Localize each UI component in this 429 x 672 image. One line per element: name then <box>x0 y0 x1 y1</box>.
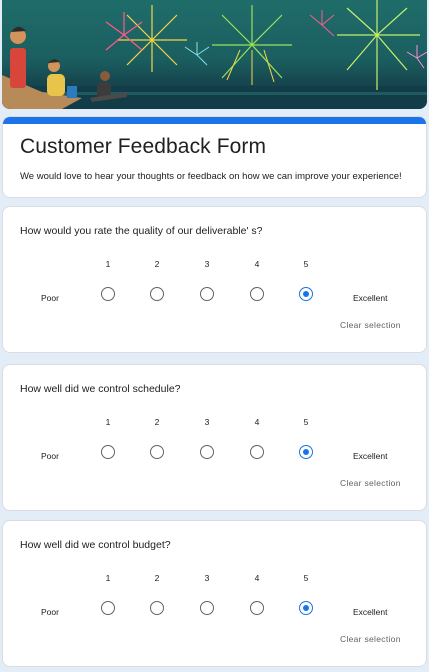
rating-radio-3[interactable] <box>200 445 214 459</box>
fireworks-illustration <box>2 0 427 109</box>
accent-bar <box>3 117 426 124</box>
rating-radio-2[interactable] <box>150 445 164 459</box>
scale-label-2: 2 <box>154 259 160 269</box>
question-card-schedule: How well did we control schedule? 1 2 3 … <box>2 364 427 511</box>
form-description: We would love to hear your thoughts or f… <box>20 171 402 182</box>
header-banner-image <box>2 0 427 109</box>
question-card-quality: How would you rate the quality of our de… <box>2 206 427 353</box>
clear-selection-button[interactable]: Clear selection <box>340 478 401 488</box>
low-label: Poor <box>41 293 59 303</box>
rating-radio-5[interactable] <box>299 287 313 301</box>
scale-label-1: 1 <box>105 259 111 269</box>
high-label: Excellent <box>353 451 388 461</box>
high-label: Excellent <box>353 293 388 303</box>
scale-label-2: 2 <box>154 573 160 583</box>
rating-radio-4[interactable] <box>250 601 264 615</box>
scale-label-4: 4 <box>254 573 260 583</box>
scale-label-5: 5 <box>303 259 309 269</box>
low-label: Poor <box>41 451 59 461</box>
rating-radio-1[interactable] <box>101 287 115 301</box>
rating-radio-2[interactable] <box>150 601 164 615</box>
rating-radio-5[interactable] <box>299 445 313 459</box>
question-title: How well did we control budget? <box>20 539 171 551</box>
scale-label-3: 3 <box>204 573 210 583</box>
scale-label-4: 4 <box>254 259 260 269</box>
rating-radio-4[interactable] <box>250 287 264 301</box>
rating-radio-1[interactable] <box>101 601 115 615</box>
rating-radio-3[interactable] <box>200 601 214 615</box>
rating-radio-2[interactable] <box>150 287 164 301</box>
clear-selection-button[interactable]: Clear selection <box>340 634 401 644</box>
scale-label-2: 2 <box>154 417 160 427</box>
rating-radio-3[interactable] <box>200 287 214 301</box>
form-header-card: Customer Feedback Form We would love to … <box>2 116 427 198</box>
scale-label-1: 1 <box>105 417 111 427</box>
form-title: Customer Feedback Form <box>20 135 267 158</box>
question-title: How would you rate the quality of our de… <box>20 225 263 237</box>
high-label: Excellent <box>353 607 388 617</box>
scale-label-5: 5 <box>303 573 309 583</box>
scale-label-3: 3 <box>204 259 210 269</box>
scale-label-4: 4 <box>254 417 260 427</box>
scale-label-1: 1 <box>105 573 111 583</box>
question-card-budget: How well did we control budget? 1 2 3 4 … <box>2 520 427 667</box>
scale-label-5: 5 <box>303 417 309 427</box>
rating-radio-1[interactable] <box>101 445 115 459</box>
rating-radio-5[interactable] <box>299 601 313 615</box>
low-label: Poor <box>41 607 59 617</box>
question-title: How well did we control schedule? <box>20 383 181 395</box>
clear-selection-button[interactable]: Clear selection <box>340 320 401 330</box>
scale-label-3: 3 <box>204 417 210 427</box>
rating-radio-4[interactable] <box>250 445 264 459</box>
